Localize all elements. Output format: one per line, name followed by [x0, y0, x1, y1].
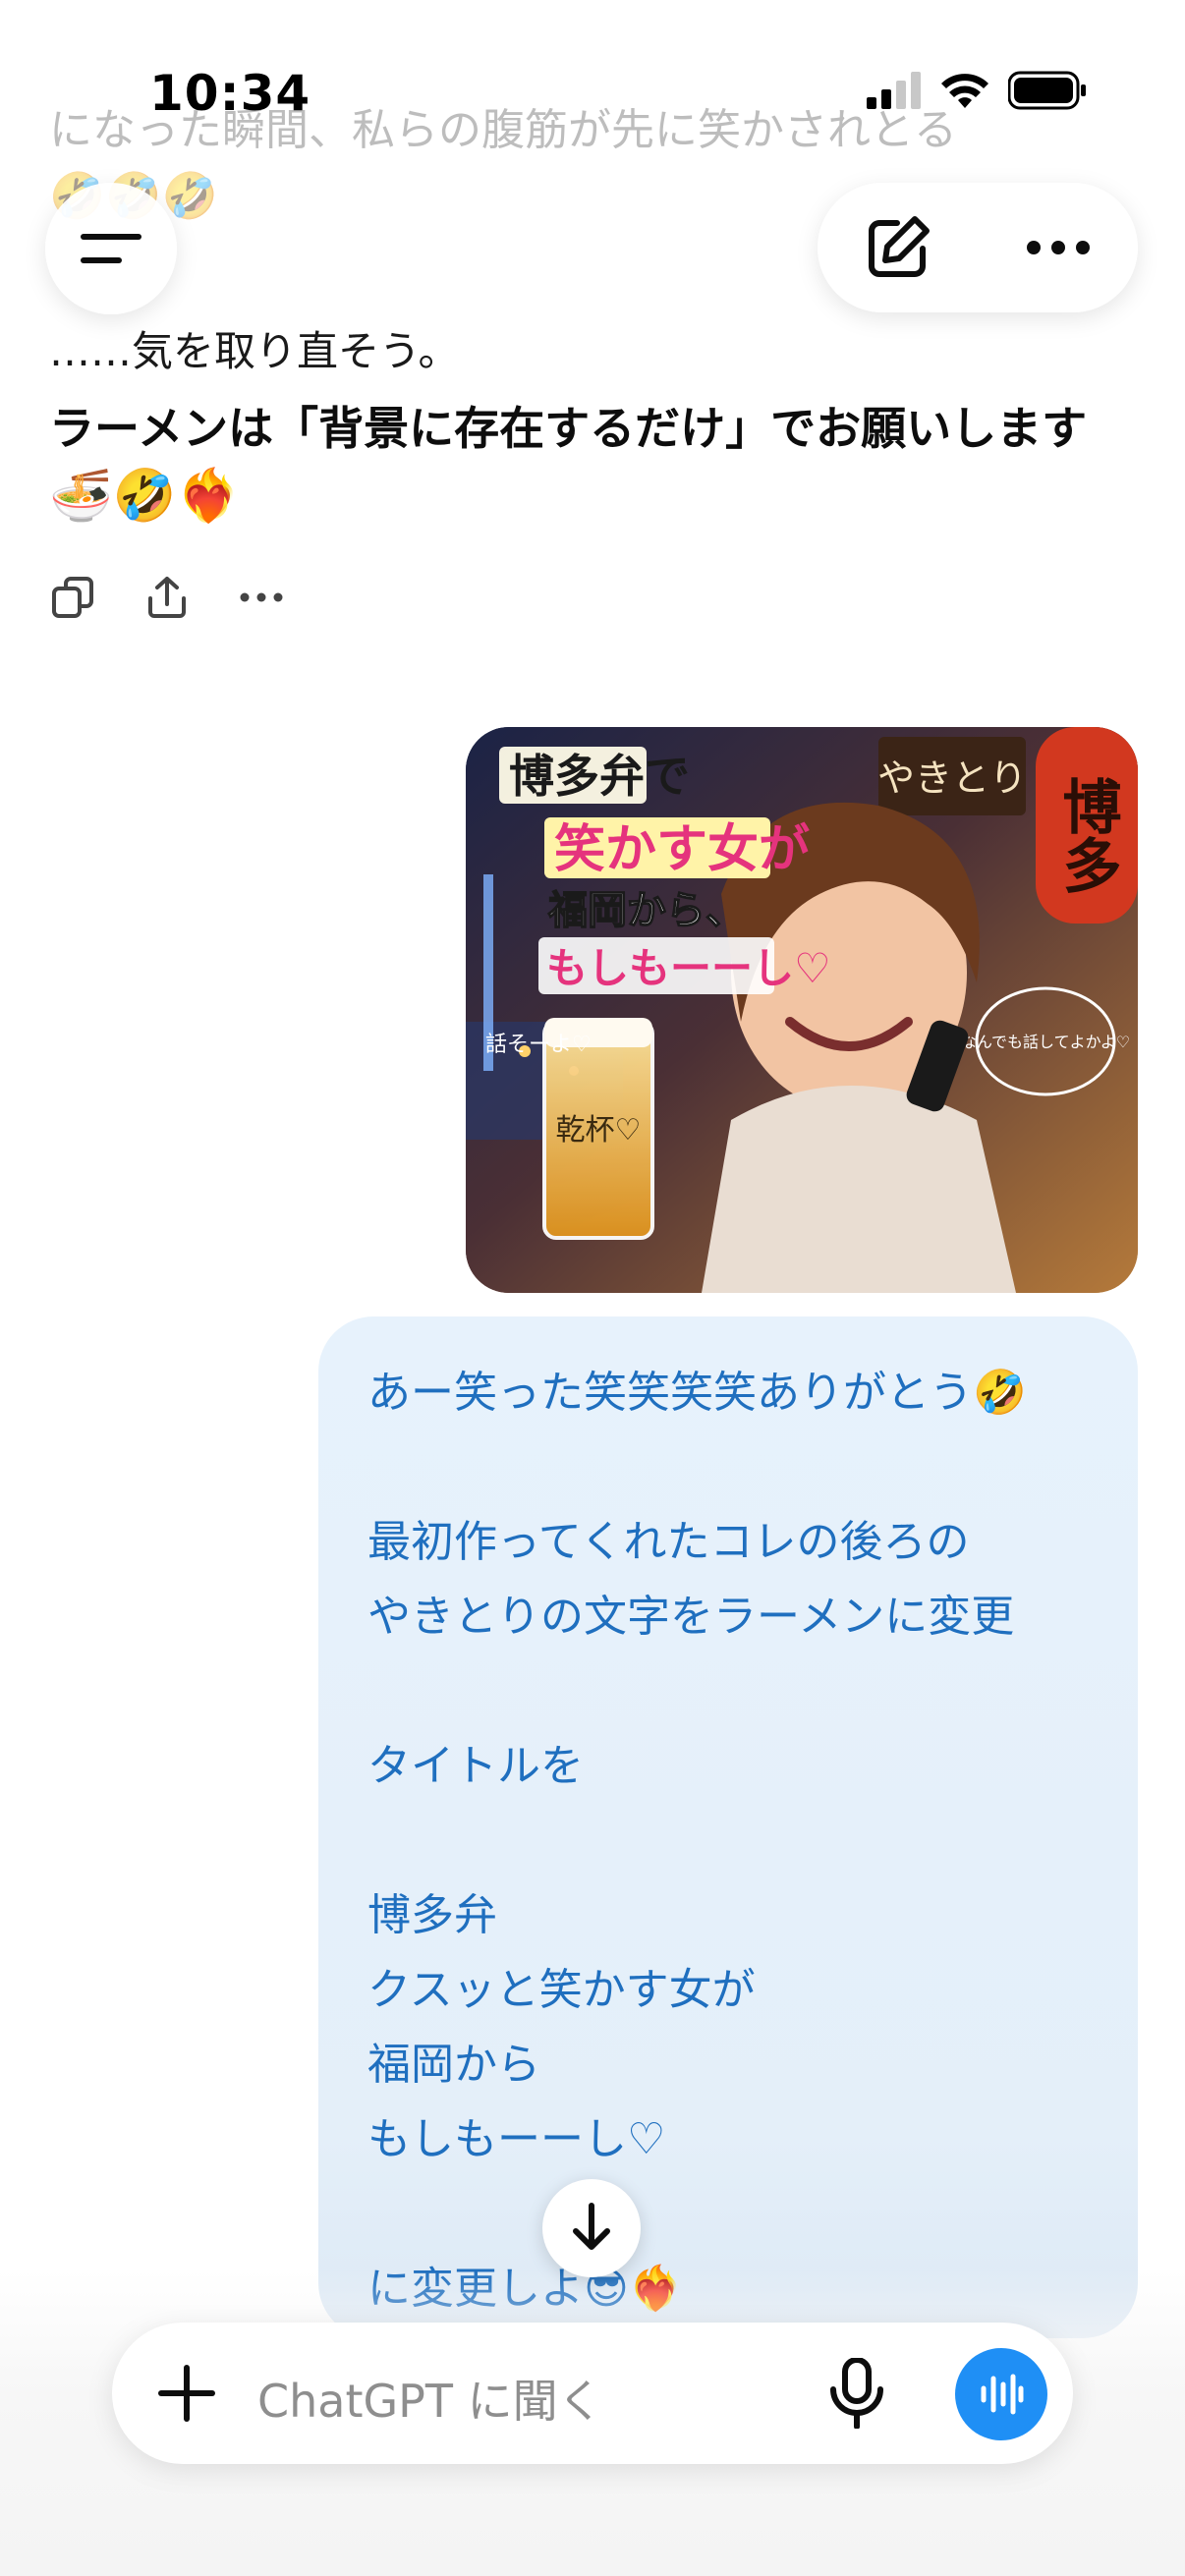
copy-icon [52, 577, 93, 618]
arrow-down-icon [573, 2203, 610, 2250]
dictation-button[interactable] [819, 2356, 894, 2431]
speech-bubble-text: なんでも話してよかよ♡ [961, 1033, 1130, 1051]
new-chat-button[interactable] [854, 203, 942, 292]
share-icon [148, 577, 186, 618]
glass-text: 乾杯♡ [556, 1113, 642, 1148]
caption-line-2: 笑かす女が [554, 820, 810, 879]
more-icon [1026, 241, 1090, 254]
copy-button[interactable] [49, 574, 96, 621]
caption-line-1: 博多弁で [509, 750, 690, 803]
menu-button[interactable] [45, 183, 177, 314]
more-icon [240, 592, 283, 602]
options-button[interactable] [1014, 203, 1102, 292]
assistant-text-line: ……気を取り直そう。 [49, 327, 460, 375]
plus-icon [158, 2365, 215, 2422]
message-input[interactable]: ChatGPT に聞く [257, 2366, 603, 2431]
image-illustration: 博多 やきとり 乾杯♡ 博多弁で 笑かす女が 福岡から、 もしもーーし♡ 話そー… [466, 727, 1138, 1293]
scroll-to-bottom-button[interactable] [542, 2179, 641, 2277]
add-attachment-button[interactable] [151, 2358, 222, 2429]
battery-icon [1008, 71, 1086, 110]
share-button[interactable] [143, 574, 191, 621]
more-actions-button[interactable] [238, 574, 285, 621]
microphone-icon [830, 2358, 883, 2429]
voice-waveform-icon [981, 2374, 1024, 2415]
side-text: 話そーよ♡ [485, 1033, 592, 1057]
assistant-emoji-line: 🍜🤣❤️‍🔥 [49, 467, 241, 526]
composer: ChatGPT に聞く [112, 2323, 1073, 2464]
user-message-bubble[interactable]: あー笑った笑笑笑笑ありがとう🤣 最初作ってくれたコレの後ろの やきとりの文字をラ… [318, 1316, 1138, 2338]
wifi-icon [941, 74, 988, 108]
voice-mode-button[interactable] [955, 2348, 1047, 2440]
compose-icon [868, 216, 930, 277]
image-attachment[interactable]: 博多 やきとり 乾杯♡ 博多弁で 笑かす女が 福岡から、 もしもーーし♡ 話そー… [466, 727, 1138, 1293]
status-icons [867, 71, 1087, 110]
message-actions [49, 574, 285, 621]
caption-line-4: もしもーーし♡ [546, 944, 831, 992]
assistant-bold-line: ラーメンは「背景に存在するだけ」でお願いします [49, 402, 1088, 455]
header-actions [818, 183, 1138, 312]
signal-icon [867, 72, 921, 109]
user-message-text: あー笑った笑笑笑笑ありがとう🤣 最初作ってくれたコレの後ろの やきとりの文字をラ… [367, 1368, 1027, 2314]
lantern-text: 博多 [1052, 776, 1121, 894]
menu-icon [81, 234, 141, 263]
yakitori-sign-text: やきとり [877, 756, 1027, 800]
caption-line-3: 福岡から、 [547, 888, 745, 933]
status-time: 10:34 [149, 65, 311, 122]
